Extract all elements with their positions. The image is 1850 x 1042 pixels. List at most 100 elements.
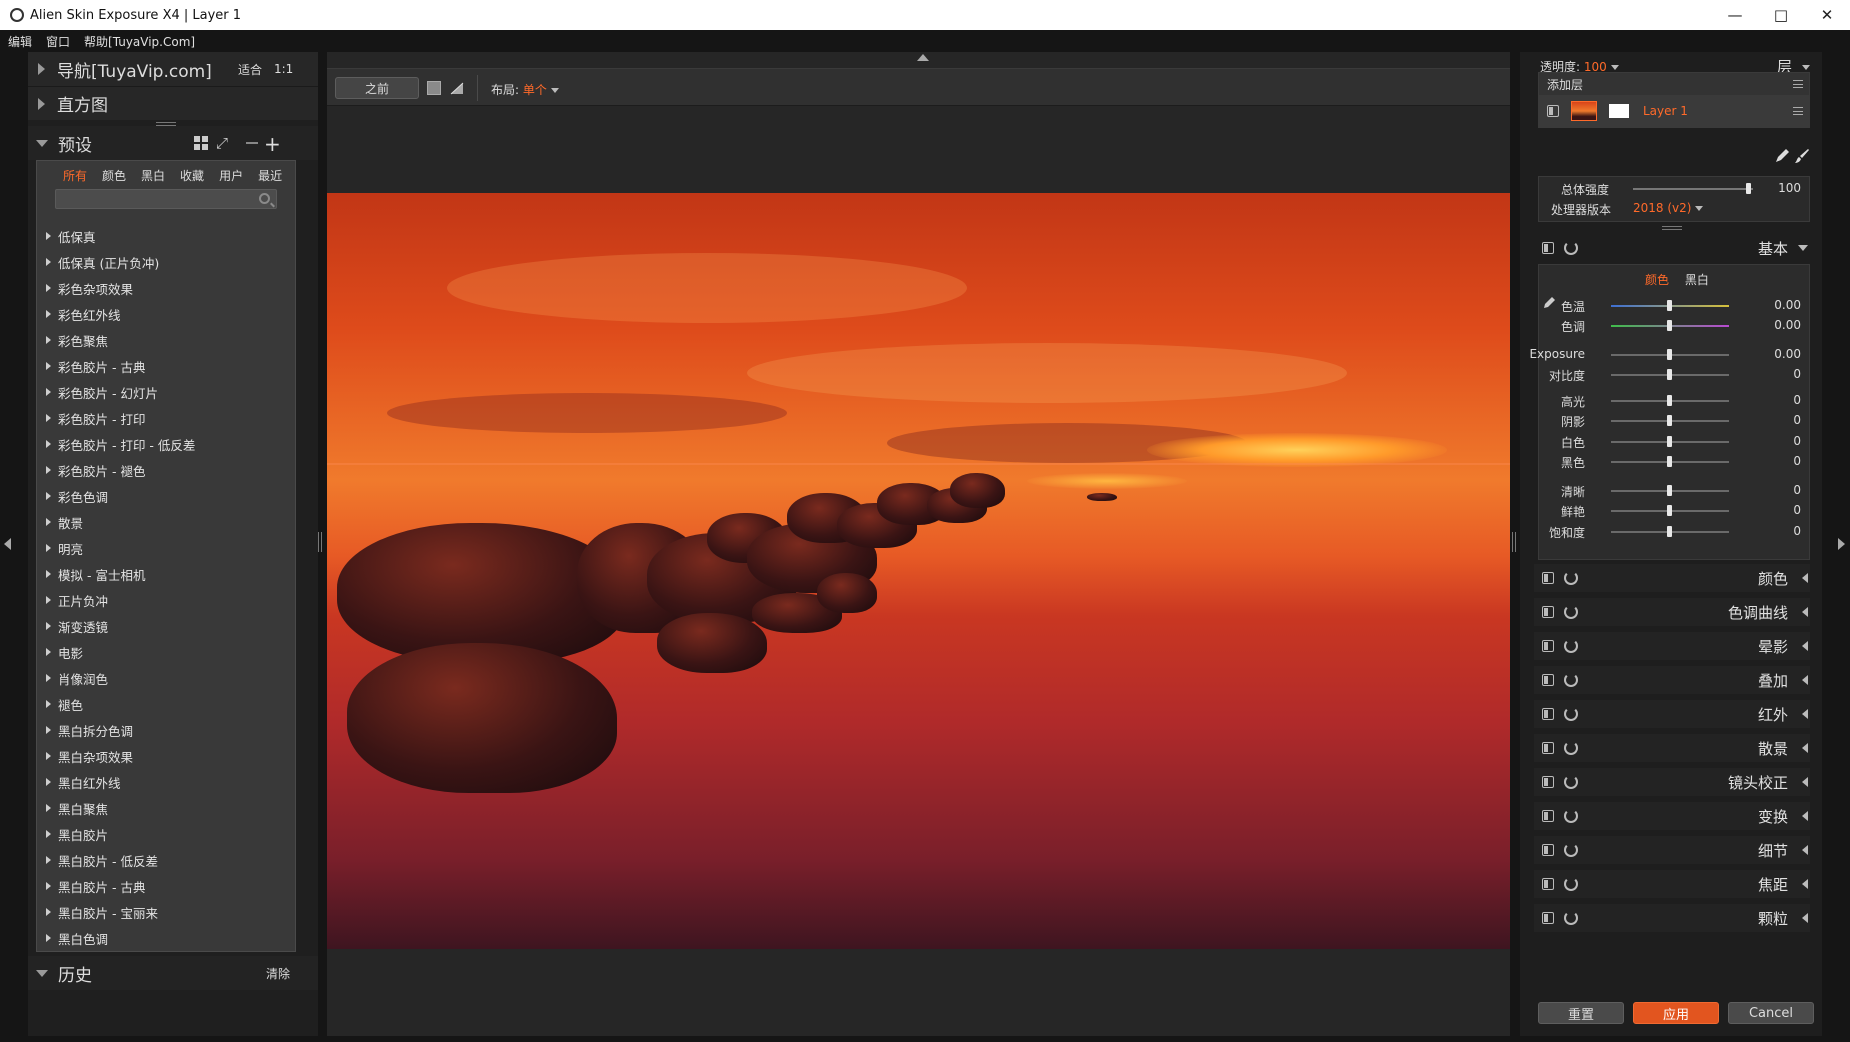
preset-item[interactable]: 明亮 (37, 535, 295, 561)
reset-icon[interactable] (1564, 673, 1578, 687)
preset-item[interactable]: 肖像润色 (37, 665, 295, 691)
reset-icon[interactable] (1564, 707, 1578, 721)
adjust-slider[interactable] (1611, 505, 1729, 516)
right-splitter-handle[interactable] (1512, 532, 1516, 552)
reset-icon[interactable] (1564, 911, 1578, 925)
history-header[interactable]: 历史 清除 (28, 956, 318, 990)
maximize-button[interactable]: □ (1758, 0, 1804, 30)
section-header[interactable]: 焦距 (1534, 870, 1810, 898)
toggle-visibility-icon[interactable] (1542, 844, 1554, 856)
adjust-slider[interactable] (1611, 485, 1729, 496)
tab-bw[interactable]: 黑白 (141, 167, 165, 184)
slider-handle[interactable] (1667, 300, 1672, 311)
preset-item[interactable]: 模拟 - 富士相机 (37, 561, 295, 587)
remove-preset-icon[interactable] (246, 142, 258, 144)
tab-favorites[interactable]: 收藏 (180, 167, 204, 184)
toggle-visibility-icon[interactable] (1542, 742, 1554, 754)
preset-item[interactable]: 彩色胶片 - 褪色 (37, 457, 295, 483)
preset-item[interactable]: 黑白胶片 - 古典 (37, 873, 295, 899)
reset-icon[interactable] (1564, 571, 1578, 585)
menu-icon[interactable] (1793, 107, 1803, 115)
toggle-visibility-icon[interactable] (1542, 674, 1554, 686)
section-header[interactable]: 镜头校正 (1534, 768, 1810, 796)
slider-handle[interactable] (1746, 183, 1752, 194)
reset-icon[interactable] (1564, 241, 1578, 255)
reset-icon[interactable] (1564, 639, 1578, 653)
preset-item[interactable]: 散景 (37, 509, 295, 535)
preset-item[interactable]: 彩色色调 (37, 483, 295, 509)
adjust-slider[interactable] (1611, 526, 1729, 537)
adjust-slider[interactable] (1611, 349, 1729, 360)
slider-handle[interactable] (1667, 395, 1672, 406)
section-header[interactable]: 叠加 (1534, 666, 1810, 694)
navigator-header[interactable]: 导航[TuyaVip.com] 适合 1:1 (28, 52, 318, 86)
adjust-slider[interactable] (1611, 320, 1729, 331)
preset-item[interactable]: 彩色聚焦 (37, 327, 295, 353)
adjust-slider[interactable] (1611, 369, 1729, 380)
brush-icon[interactable] (1794, 148, 1810, 164)
toggle-visibility-icon[interactable] (1542, 776, 1554, 788)
adjust-slider[interactable] (1611, 300, 1729, 311)
reset-icon[interactable] (1564, 877, 1578, 891)
reset-icon[interactable] (1564, 605, 1578, 619)
preset-item[interactable]: 黑白聚焦 (37, 795, 295, 821)
menu-help[interactable]: 帮助[TuyaVip.Com] (84, 33, 195, 50)
preset-item[interactable]: 黑白胶片 - 宝丽来 (37, 899, 295, 925)
slider-handle[interactable] (1667, 369, 1672, 380)
split-view-icon[interactable] (449, 80, 465, 96)
section-header[interactable]: 颗粒 (1534, 904, 1810, 932)
toggle-visibility-icon[interactable] (1542, 810, 1554, 822)
section-header[interactable]: 红外 (1534, 700, 1810, 728)
preset-item[interactable]: 彩色胶片 - 打印 (37, 405, 295, 431)
preset-item[interactable]: 黑白胶片 - 低反差 (37, 847, 295, 873)
menu-icon[interactable] (1793, 80, 1803, 88)
menu-window[interactable]: 窗口 (46, 33, 70, 50)
pencil-icon[interactable] (1774, 148, 1790, 164)
adjust-slider[interactable] (1611, 436, 1729, 447)
basic-tab-bw[interactable]: 黑白 (1685, 273, 1709, 287)
photo-canvas[interactable] (327, 193, 1510, 949)
before-button[interactable]: 之前 (335, 77, 419, 99)
basic-section-header[interactable]: 基本 (1534, 234, 1810, 262)
reset-icon[interactable] (1564, 775, 1578, 789)
preset-item[interactable]: 彩色杂项效果 (37, 275, 295, 301)
strength-slider[interactable] (1633, 183, 1753, 194)
reset-icon[interactable] (1564, 843, 1578, 857)
basic-tab-color[interactable]: 颜色 (1645, 273, 1669, 287)
collapse-left-panel-icon[interactable] (4, 538, 11, 550)
clear-history-button[interactable]: 清除 (266, 965, 290, 982)
ratio-button[interactable]: 1:1 (274, 62, 293, 76)
left-splitter-handle[interactable] (318, 532, 322, 552)
toggle-visibility-icon[interactable] (1542, 242, 1554, 254)
preset-item[interactable]: 黑白胶片 (37, 821, 295, 847)
collapse-toolbar-icon[interactable] (917, 54, 929, 61)
reset-button[interactable]: 重置 (1538, 1002, 1624, 1024)
preset-item[interactable]: 褪色 (37, 691, 295, 717)
preset-item[interactable]: 黑白拆分色调 (37, 717, 295, 743)
slider-handle[interactable] (1667, 505, 1672, 516)
minimize-button[interactable]: — (1712, 0, 1758, 30)
preset-item[interactable]: 彩色红外线 (37, 301, 295, 327)
histogram-header[interactable]: 直方图 (28, 86, 318, 120)
preset-item[interactable]: 渐变透镜 (37, 613, 295, 639)
add-layer-row[interactable]: 添加层 (1539, 73, 1809, 95)
adjust-slider[interactable] (1611, 456, 1729, 467)
layer-visibility-icon[interactable] (1547, 105, 1559, 117)
reset-icon[interactable] (1564, 741, 1578, 755)
section-header[interactable]: 细节 (1534, 836, 1810, 864)
slider-handle[interactable] (1667, 456, 1672, 467)
preset-item[interactable]: 黑白红外线 (37, 769, 295, 795)
slider-handle[interactable] (1667, 485, 1672, 496)
grid-view-icon[interactable] (194, 136, 208, 150)
preset-item[interactable]: 彩色胶片 - 幻灯片 (37, 379, 295, 405)
cancel-button[interactable]: Cancel (1728, 1002, 1814, 1024)
slider-handle[interactable] (1667, 415, 1672, 426)
layer-row[interactable]: Layer 1 (1539, 95, 1809, 127)
preset-item[interactable]: 低保真 (37, 223, 295, 249)
add-preset-icon[interactable]: + (264, 132, 281, 156)
expand-view-icon[interactable]: ⤢ (216, 134, 228, 152)
preset-item[interactable]: 正片负冲 (37, 587, 295, 613)
preset-item[interactable]: 黑白色调 (37, 925, 295, 951)
panel-resize-handle[interactable] (1662, 226, 1682, 230)
adjust-slider[interactable] (1611, 395, 1729, 406)
